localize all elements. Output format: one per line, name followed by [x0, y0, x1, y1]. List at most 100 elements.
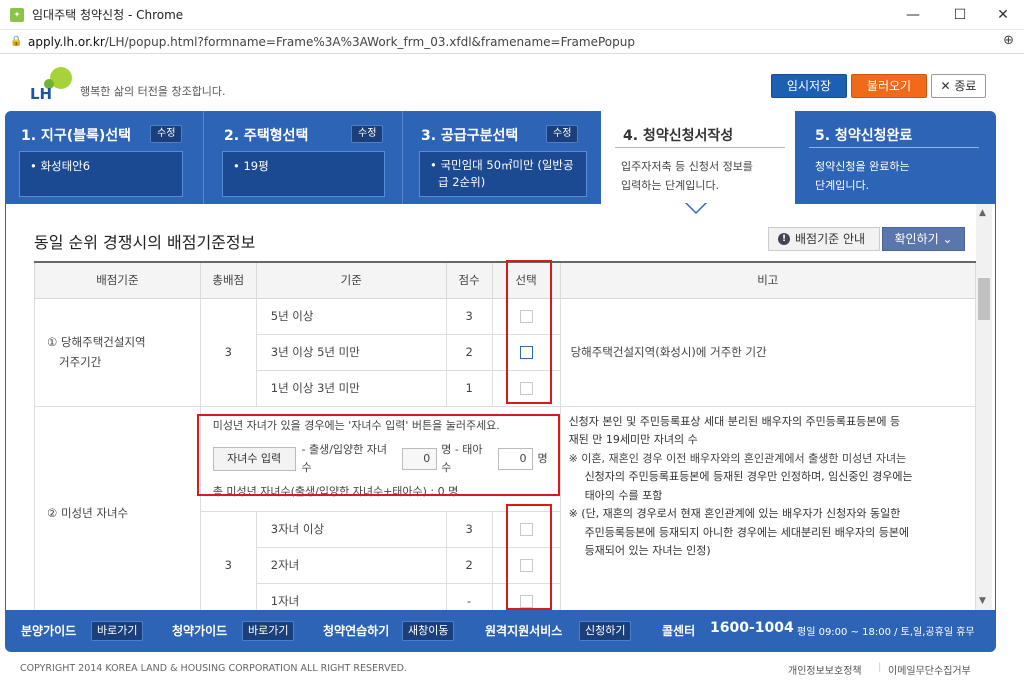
- step-2-value: • 19평: [222, 151, 385, 197]
- footer-guide2-button[interactable]: 바로가기: [242, 621, 295, 641]
- step-4-desc-line1: 입주자저축 등 신청서 정보를: [621, 160, 753, 173]
- copyright: COPYRIGHT 2014 KOREA LAND & HOUSING CORP…: [20, 663, 407, 674]
- footer-hours: 평일 09:00 ~ 18:00 / 토,일,공휴일 휴무: [797, 627, 975, 638]
- footer-guide1: 분양가이드: [21, 624, 77, 638]
- cat2-criteria: 1자녀: [255, 582, 447, 610]
- step-5-desc-line1: 청약신청을 완료하는: [815, 160, 910, 173]
- cat2-score: -: [445, 582, 493, 610]
- step-3-edit-button[interactable]: 수정: [546, 125, 579, 143]
- table-header-row: 배점기준 총배점 기준 점수 선택 비고: [34, 261, 977, 299]
- footer-callcenter: 콜센터: [662, 624, 696, 638]
- address-bar[interactable]: 🔒 apply.lh.or.kr/LH/popup.html?formname=…: [0, 30, 1024, 54]
- maximize-button[interactable]: ☐: [945, 5, 975, 25]
- cat2-note2-line1: ※ (단, 재혼의 경우로서 현재 혼인관계에 있는 배우자가 신청자와 동일한: [568, 507, 901, 520]
- minimize-button[interactable]: —: [898, 5, 928, 25]
- step-3-value: • 국민임대 50㎡미만 (일반공 급 2순위): [419, 151, 587, 197]
- footer-practice: 청약연습하기: [323, 624, 390, 638]
- scroll-up-icon[interactable]: ▲: [979, 208, 986, 218]
- cat2-criteria: 2자녀: [255, 546, 447, 584]
- cat1-criteria: 5년 이상: [255, 297, 447, 335]
- cat2-note1-line1: ※ 이혼, 재혼인 경우 이전 배우자와의 혼인관계에서 출생한 미성년 자녀는: [568, 451, 907, 465]
- lh-logo-text: LH: [30, 85, 53, 103]
- scroll-down-icon[interactable]: ▼: [979, 596, 986, 606]
- step-4-desc-line2: 입력하는 단계입니다.: [621, 179, 720, 192]
- col-header: 총배점: [199, 261, 257, 299]
- cat2-remark: 신청자 본인 및 주민등록표상 세대 분리된 배우자의 주민등록표등본에 등 재…: [559, 405, 977, 610]
- temp-save-button[interactable]: 임시저장: [771, 74, 847, 98]
- footer-remote: 원격지원서비스: [485, 624, 563, 638]
- step-3: 3. 공급구분선택 수정 • 국민임대 50㎡미만 (일반공 급 2순위): [403, 111, 601, 204]
- cat1-criteria: 1년 이상 3년 미만: [255, 369, 447, 407]
- step-2-edit-button[interactable]: 수정: [351, 125, 384, 143]
- footer-guide2: 청약가이드: [172, 624, 228, 638]
- cat2-score: 3: [445, 510, 493, 548]
- step-1-edit-button[interactable]: 수정: [150, 125, 183, 143]
- page-header: LH 행복한 삶의 터전을 창조합니다. 임시저장 불러오기 ✕ 종료: [0, 55, 1024, 111]
- lh-favicon-icon: ✦: [10, 7, 24, 22]
- lock-icon: 🔒: [10, 36, 23, 47]
- footer-remote-button[interactable]: 신청하기: [579, 621, 632, 641]
- step-5-desc: 청약신청을 완료하는 단계입니다.: [815, 157, 910, 195]
- active-step-pointer-inner: [687, 203, 705, 212]
- footer-divider: |: [878, 662, 882, 673]
- cat2-note2-line2: 주민등록등본에 등재되지 아니한 경우에는 세대분리된 배우자의 등본에: [584, 525, 910, 539]
- cat1-criteria: 3년 이상 5년 미만: [255, 333, 447, 371]
- step-3-title: 3. 공급구분선택: [421, 128, 519, 144]
- col-header: 배점기준: [34, 261, 201, 299]
- footer-guide1-button[interactable]: 바로가기: [91, 621, 144, 641]
- exit-button[interactable]: ✕ 종료: [931, 74, 986, 98]
- step-4-active: 4. 청약신청서작성 입주자저축 등 신청서 정보를 입력하는 단계입니다.: [601, 111, 795, 204]
- cat1-score: 2: [445, 333, 493, 371]
- cat2-note1-line3: 태아의 수를 포함: [584, 488, 663, 502]
- cat2-score: 2: [445, 546, 493, 584]
- cat2-remark-line2: 재된 만 19세미만 자녀의 수: [568, 433, 698, 446]
- col-header: 점수: [445, 261, 493, 299]
- col-header: 비고: [559, 261, 977, 299]
- cat1-label-line2: 거주기간: [59, 355, 102, 369]
- url-host: apply.lh.or.kr: [28, 34, 105, 49]
- step-3-value-line2: 급 2순위): [438, 175, 486, 189]
- cat1-total: 3: [199, 297, 257, 407]
- confirm-button[interactable]: 확인하기 ⌄: [882, 227, 965, 251]
- cat1-remark: 당해주택건설지역(화성시)에 거주한 기간: [559, 297, 977, 407]
- table-row: ① 당해주택건설지역 거주기간 3 5년 이상 3 당해주택건설지역(화성시)에…: [34, 297, 977, 407]
- slogan: 행복한 삶의 터전을 창조합니다.: [80, 85, 226, 98]
- lh-logo: LH: [30, 65, 76, 103]
- highlight-select-column-2: [506, 504, 552, 610]
- score-guide-label: 배점기준 안내: [795, 232, 866, 246]
- cat1-score: 1: [445, 369, 493, 407]
- content-panel: 동일 순위 경쟁시의 배점기준정보 ! 배점기준 안내 확인하기 ⌄ 배점기준 …: [5, 204, 996, 610]
- score-guide-button[interactable]: ! 배점기준 안내: [768, 227, 880, 251]
- step-3-value-line1: • 국민임대 50㎡미만 (일반공: [430, 158, 574, 172]
- info-icon: !: [778, 233, 790, 245]
- cat2-note1-line2: 신청자의 주민등록표등본에 등재된 경우만 인정하며, 임신중인 경우에는: [584, 470, 913, 483]
- cat2-total: 3: [199, 510, 257, 610]
- step-4-desc: 입주자저축 등 신청서 정보를 입력하는 단계입니다.: [621, 157, 753, 195]
- zoom-icon[interactable]: ⊕: [1003, 33, 1014, 48]
- step-1-value: • 화성태안6: [19, 151, 183, 197]
- email-refuse-link[interactable]: 이메일무단수집거부: [888, 662, 971, 677]
- step-5-desc-line2: 단계입니다.: [815, 179, 870, 192]
- step-1: 1. 지구(블록)선택 수정 • 화성태안6: [5, 111, 204, 204]
- window-titlebar: ✦ 임대주택 청약신청 - Chrome — ☐ ✕: [0, 0, 1024, 30]
- content-scrollbar[interactable]: ▲ ▼: [976, 204, 992, 610]
- load-button[interactable]: 불러오기: [851, 74, 927, 98]
- cat2-label: ② 미성년 자녀수: [34, 405, 201, 610]
- cat1-label-line1: ① 당해주택건설지역: [47, 335, 146, 349]
- section-title: 동일 순위 경쟁시의 배점기준정보: [34, 233, 256, 252]
- highlight-select-column-1: [506, 260, 552, 404]
- url-text[interactable]: apply.lh.or.kr/LH/popup.html?formname=Fr…: [28, 35, 635, 49]
- cat2-remark-line1: 신청자 본인 및 주민등록표상 세대 분리된 배우자의 주민등록표등본에 등: [568, 414, 901, 428]
- scroll-thumb[interactable]: [978, 278, 990, 320]
- window-title: 임대주택 청약신청 - Chrome: [32, 8, 184, 22]
- col-header: 기준: [255, 261, 447, 299]
- cat1-score: 3: [445, 297, 493, 335]
- footer-practice-button[interactable]: 새창이동: [402, 621, 455, 641]
- step-2-title: 2. 주택형선택: [224, 128, 309, 144]
- cat1-label: ① 당해주택건설지역 거주기간: [34, 297, 201, 407]
- step-5: 5. 청약신청완료 청약신청을 완료하는 단계입니다.: [795, 111, 996, 204]
- privacy-link[interactable]: 개인정보보호정책: [788, 662, 862, 677]
- window-close-button[interactable]: ✕: [988, 5, 1018, 25]
- steps-bar: 1. 지구(블록)선택 수정 • 화성태안6 2. 주택형선택 수정 • 19평…: [5, 111, 996, 204]
- highlight-child-input: [197, 414, 560, 496]
